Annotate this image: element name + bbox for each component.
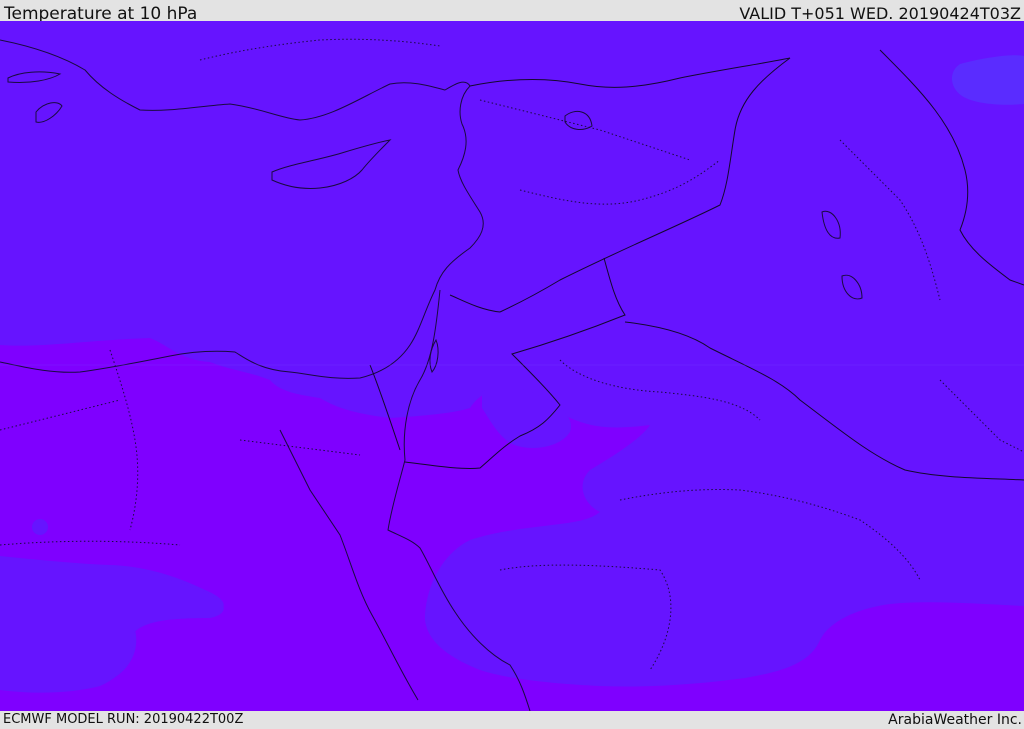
- model-run-label: ECMWF MODEL RUN: 20190422T00Z: [3, 712, 244, 727]
- cold-spot: [32, 519, 48, 535]
- footer-bar: ECMWF MODEL RUN: 20190422T00Z ArabiaWeat…: [0, 711, 1024, 729]
- credit-label: ArabiaWeather Inc.: [888, 712, 1022, 728]
- header-bar: Temperature at 10 hPa VALID T+051 WED. 2…: [0, 0, 1024, 24]
- temperature-map-svg: [0, 21, 1024, 711]
- weather-map[interactable]: [0, 21, 1024, 711]
